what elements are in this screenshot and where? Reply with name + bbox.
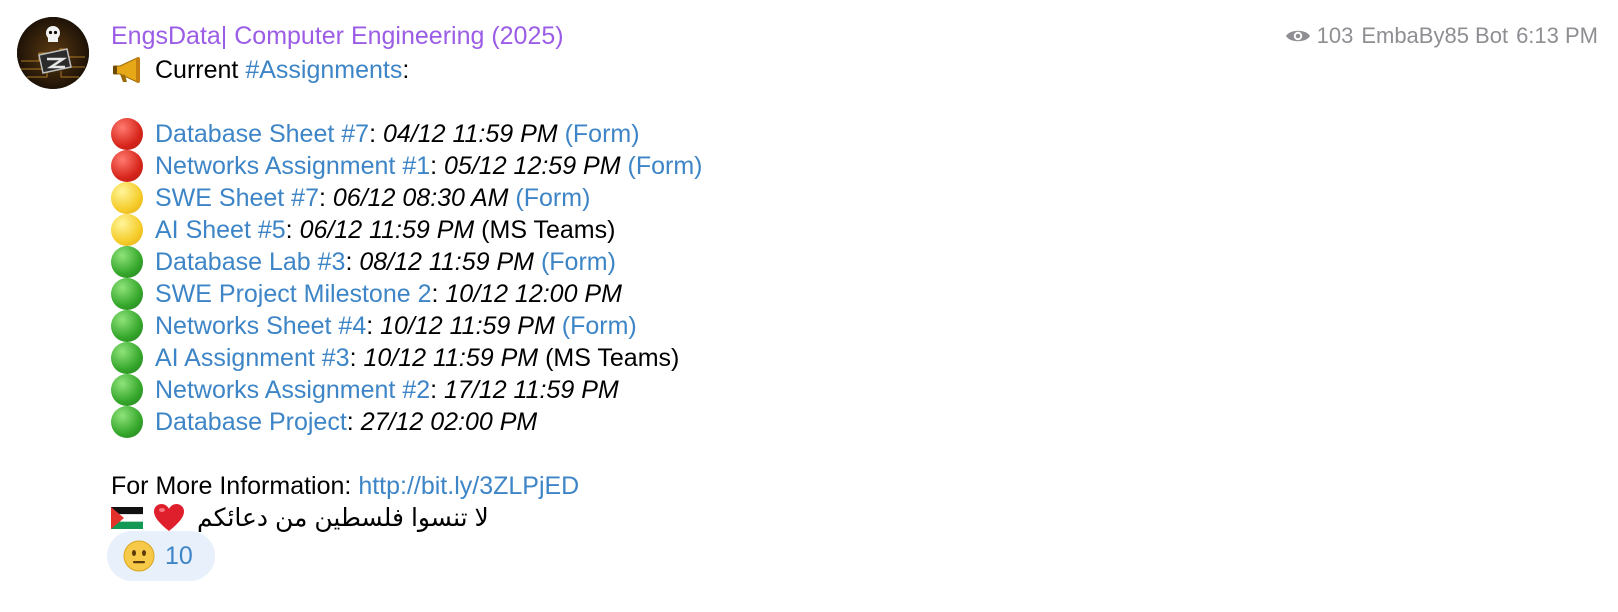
palestine-flag-icon	[111, 507, 143, 529]
green-circle-icon	[111, 406, 145, 438]
closing-text: لا تنسوا فلسطين من دعائكم	[197, 504, 489, 532]
assignment-deadline: 10/12 11:59 PM	[363, 344, 539, 372]
message-body: Current #Assignments : Database Sheet #7…	[111, 54, 1311, 534]
assignment-item: Networks Assignment #2: 17/12 11:59 PM	[111, 374, 1311, 406]
assignment-title-link[interactable]: Networks Assignment #1	[155, 150, 430, 182]
assignment-item: AI Sheet #5: 06/12 11:59 PM (MS Teams)	[111, 214, 1311, 246]
assignment-separator: :	[318, 184, 333, 212]
channel-message: EngsData| Computer Engineering (2025) 10…	[0, 0, 1618, 612]
assignment-item: SWE Project Milestone 2: 10/12 12:00 PM	[111, 278, 1311, 310]
assignment-item: Database Lab #3: 08/12 11:59 PM (Form)	[111, 246, 1311, 278]
green-circle-icon	[111, 342, 145, 374]
eye-icon	[1285, 27, 1311, 45]
view-count: 103	[1316, 23, 1354, 48]
assignment-item: AI Assignment #3: 10/12 11:59 PM (MS Tea…	[111, 342, 1311, 374]
green-circle-icon	[111, 278, 145, 310]
message-meta: 103 EmbaBy85 Bot 6:13 PM	[1285, 18, 1598, 54]
assignment-deadline: 06/12 11:59 PM	[299, 216, 475, 244]
assignment-separator: :	[430, 152, 445, 180]
assignment-separator: :	[345, 248, 360, 276]
assignment-title-link[interactable]: Networks Sheet #4	[155, 310, 366, 342]
megaphone-icon	[111, 55, 145, 85]
assignment-platform-note: (MS Teams)	[538, 344, 680, 372]
yellow-circle-icon	[111, 214, 145, 246]
assignment-item: Networks Sheet #4: 10/12 11:59 PM (Form)	[111, 310, 1311, 342]
assignment-form-link[interactable]: (Form)	[558, 118, 640, 150]
assignment-title-link[interactable]: Database Project	[155, 406, 347, 438]
more-info-line: For More Information: http://bit.ly/3ZLP…	[111, 470, 1311, 502]
assignment-title-link[interactable]: Database Sheet #7	[155, 118, 369, 150]
assignment-deadline: 10/12 12:00 PM	[445, 280, 622, 308]
assignment-deadline: 17/12 11:59 PM	[444, 376, 619, 404]
assignment-title-link[interactable]: SWE Sheet #7	[155, 182, 319, 214]
assignment-deadline: 08/12 11:59 PM	[359, 248, 535, 276]
channel-logo-icon	[17, 17, 89, 89]
assignment-item: SWE Sheet #7: 06/12 08:30 AM (Form)	[111, 182, 1311, 214]
assignment-form-link[interactable]: (Form)	[555, 310, 637, 342]
yellow-circle-icon	[111, 182, 145, 214]
assignment-form-link[interactable]: (Form)	[508, 182, 590, 214]
assignment-separator: :	[346, 408, 361, 436]
green-circle-icon	[111, 246, 145, 278]
intro-suffix: :	[402, 56, 410, 84]
assignment-item: Database Project: 27/12 02:00 PM	[111, 406, 1311, 438]
assignment-deadline: 04/12 11:59 PM	[382, 120, 558, 148]
assignment-deadline: 05/12 12:59 PM	[444, 152, 621, 180]
assignment-title-link[interactable]: Database Lab #3	[155, 246, 345, 278]
more-info-label: For More Information:	[111, 472, 359, 500]
assignment-form-link[interactable]: (Form)	[534, 246, 616, 278]
assignment-separator: :	[369, 120, 383, 148]
assignment-title-link[interactable]: Networks Assignment #2	[155, 374, 430, 406]
more-info-link[interactable]: http://bit.ly/3ZLPjED	[358, 470, 579, 502]
reaction-button[interactable]: 10	[107, 531, 215, 581]
red-circle-icon	[111, 118, 145, 150]
assignment-separator: :	[349, 344, 364, 372]
channel-avatar[interactable]	[17, 17, 89, 89]
red-heart-icon	[153, 503, 185, 533]
intro-prefix: Current	[155, 56, 246, 84]
assignment-separator: :	[431, 280, 446, 308]
reaction-count: 10	[165, 541, 193, 570]
assignment-separator: :	[285, 216, 300, 244]
assignment-item: Database Sheet #7: 04/12 11:59 PM (Form)	[111, 118, 1311, 150]
assignment-form-link[interactable]: (Form)	[621, 150, 702, 182]
red-circle-icon	[111, 150, 145, 182]
assignment-deadline: 27/12 02:00 PM	[360, 408, 538, 436]
assignment-title-link[interactable]: SWE Project Milestone 2	[155, 278, 432, 310]
assignment-deadline: 10/12 11:59 PM	[380, 312, 555, 340]
assignment-item: Networks Assignment #1: 05/12 12:59 PM (…	[111, 150, 1311, 182]
green-circle-icon	[111, 310, 145, 342]
neutral-face-icon	[123, 540, 155, 572]
closing-line: لا تنسوا فلسطين من دعائكم	[111, 502, 1311, 534]
assignment-platform-note: (MS Teams)	[474, 216, 616, 244]
assignment-separator: :	[366, 312, 381, 340]
intro-line: Current #Assignments :	[111, 54, 1311, 86]
post-time: 6:13 PM	[1516, 23, 1598, 48]
assignment-deadline: 06/12 08:30 AM	[332, 184, 509, 212]
assignment-separator: :	[430, 376, 445, 404]
assignment-title-link[interactable]: AI Assignment #3	[155, 342, 350, 374]
assignment-title-link[interactable]: AI Sheet #5	[155, 214, 286, 246]
assignments-hashtag-link[interactable]: #Assignments	[245, 54, 402, 86]
assignment-list: Database Sheet #7: 04/12 11:59 PM (Form)…	[111, 118, 1311, 438]
channel-name[interactable]: EngsData| Computer Engineering (2025)	[111, 18, 564, 54]
post-author: EmbaBy85 Bot	[1361, 23, 1509, 48]
green-circle-icon	[111, 374, 145, 406]
